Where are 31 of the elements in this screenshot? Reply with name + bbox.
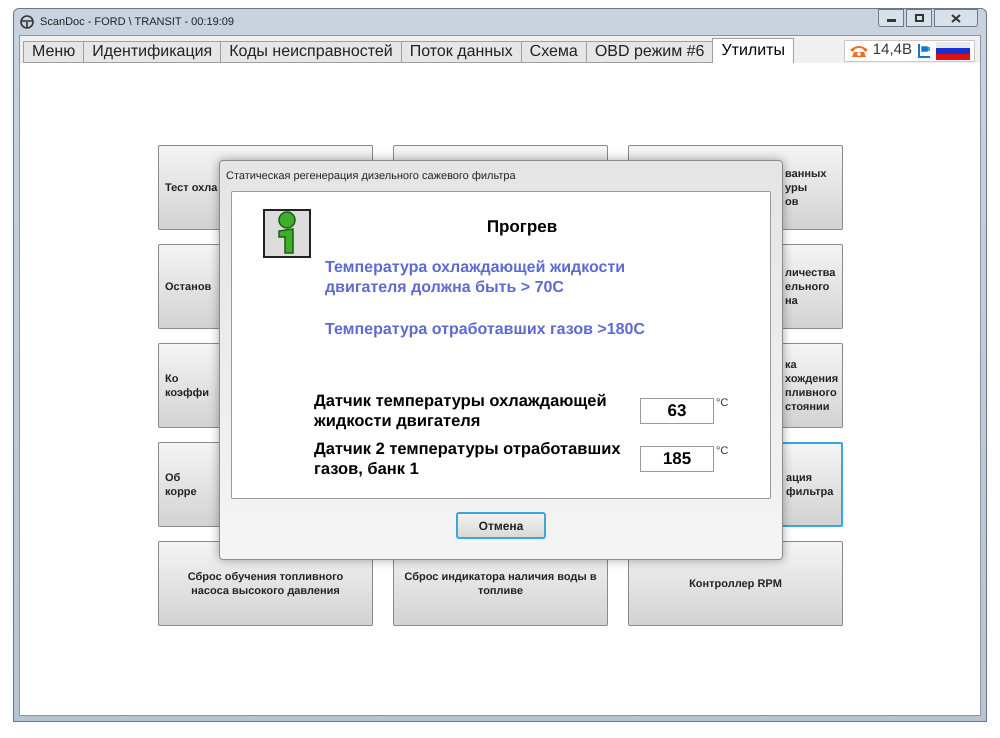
plug-icon [916, 42, 932, 58]
tab[interactable]: OBD режим #6 [586, 41, 712, 63]
dialog-title: Статическая регенерация дизельного сажевого фильтра [226, 168, 516, 184]
sensor-label: Датчик 2 температуры отработавших газов, банк 1 [314, 439, 622, 479]
tab[interactable]: Идентификация [83, 41, 220, 63]
sensor-value-field: 185 [640, 446, 714, 472]
maximize-icon [914, 14, 924, 22]
dialog-heading: Прогрев [486, 216, 558, 238]
window-title: ScanDoc - FORD \ TRANSIT - 00:19:09 [40, 14, 234, 30]
tab[interactable]: Утилиты [712, 38, 794, 63]
minimize-button[interactable] [878, 9, 904, 27]
info-icon [263, 209, 311, 258]
phone-icon [848, 44, 869, 58]
tab[interactable]: Поток данных [400, 41, 521, 63]
sensor-value-field: 63 [640, 398, 714, 424]
steering-wheel-icon [20, 15, 34, 29]
close-button[interactable] [934, 9, 978, 27]
cancel-button[interactable]: Отмена [456, 512, 546, 539]
tab[interactable]: Схема [520, 41, 586, 63]
tab[interactable]: Коды неисправностей [220, 41, 401, 63]
instruction-text: Температура отработавших газов >180С [325, 320, 646, 340]
russian-flag-icon [936, 42, 970, 60]
tab[interactable]: Меню [23, 41, 84, 63]
voltage-reading: 14,4В [872, 40, 912, 60]
minimize-icon [886, 19, 896, 22]
unit-label: °C [716, 444, 728, 459]
instruction-text: Температура охлаждающей жидкости двигателя должна быть > 70С [325, 258, 626, 298]
maximize-button[interactable] [906, 9, 932, 27]
sensor-label: Датчик температуры охлаждающей жидкости двигателя [314, 391, 608, 431]
unit-label: °C [716, 396, 728, 411]
close-icon [951, 14, 961, 22]
